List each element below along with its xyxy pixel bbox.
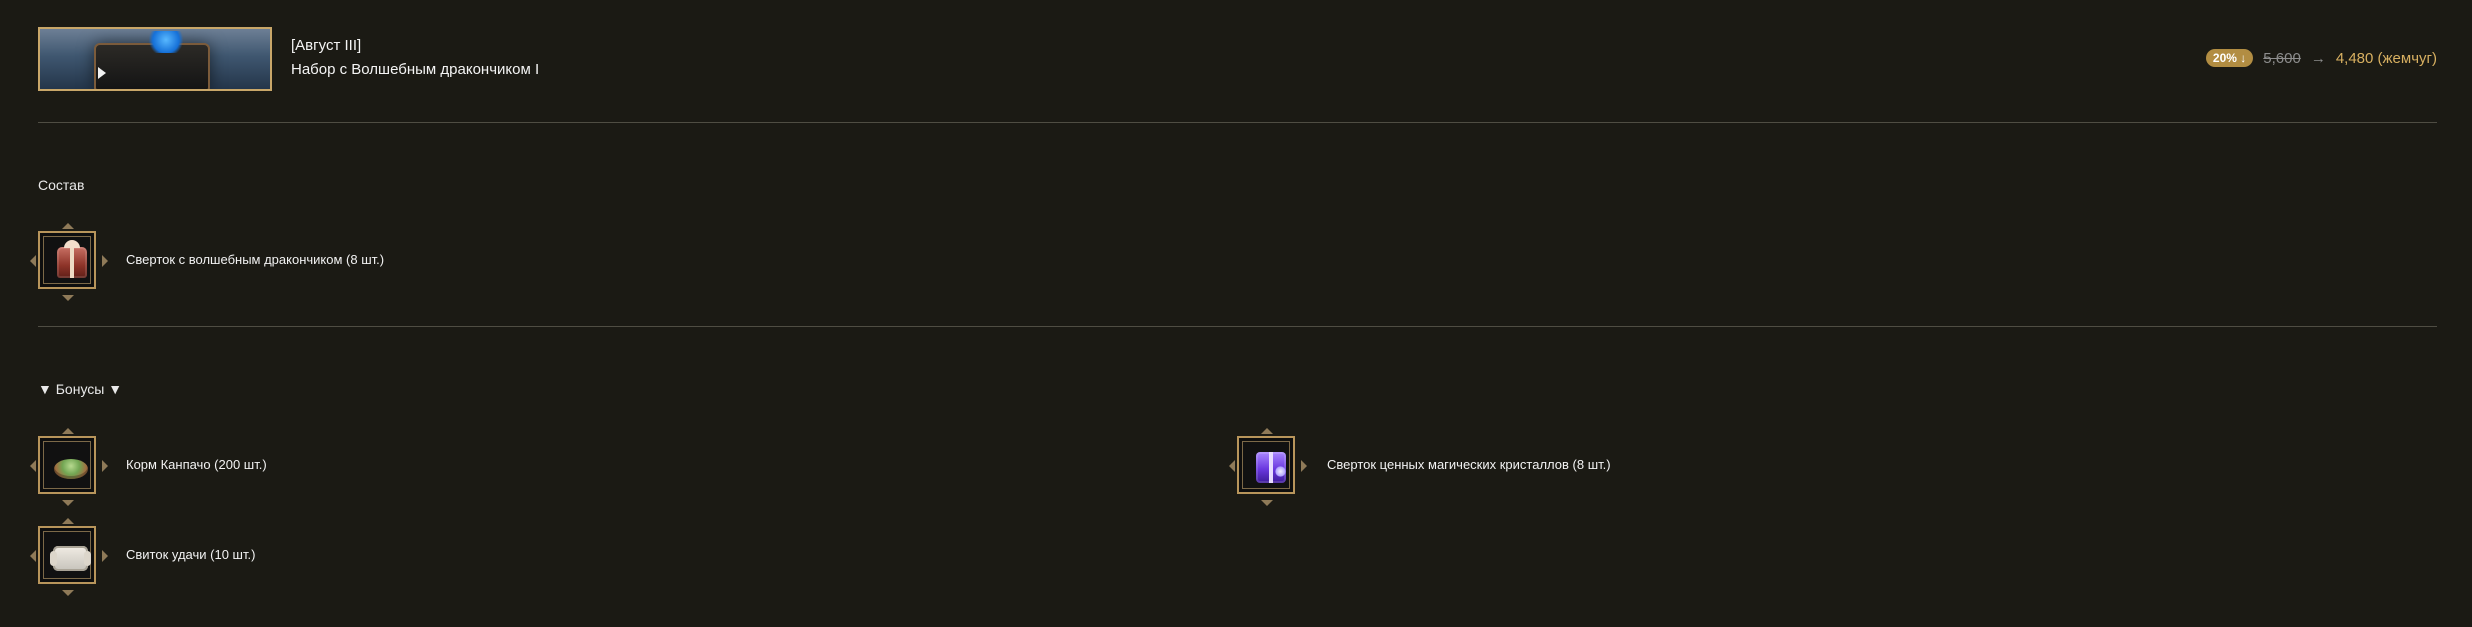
slot-right-marker (102, 550, 108, 562)
composition-title: Состав (38, 177, 85, 193)
slot-right-marker (1301, 460, 1307, 472)
price-arrow: → (2310, 49, 2326, 67)
package-title: Набор с Волшебным дракончиком I (291, 61, 540, 78)
composition-item-label: Сверток с волшебным дракончиком (8 шт.) (126, 252, 385, 267)
purple-crystal-gift-icon (1256, 452, 1286, 483)
slot-left-marker (30, 460, 36, 472)
discount-badge: 20% ↓ (2205, 49, 2254, 67)
composition-item: Сверток с волшебным дракончиком (8 шт.) (30, 223, 536, 301)
item-slot (30, 518, 108, 596)
bonus-item: Сверток ценных магических кристаллов (8 … (1229, 428, 1835, 506)
item-frame-inner (43, 531, 91, 579)
bonus-item-label: Сверток ценных магических кристаллов (8 … (1327, 457, 1611, 472)
item-frame (38, 526, 96, 584)
bonus-item-label: Свиток удачи (10 шт.) (126, 547, 256, 562)
slot-bottom-marker (1261, 500, 1273, 506)
bonus-item-label: Корм Канпачо (200 шт.) (126, 457, 267, 472)
slot-bottom-marker (62, 590, 74, 596)
divider-top (38, 122, 2437, 123)
slot-right-marker (102, 460, 108, 472)
slot-top-marker (62, 428, 74, 434)
item-frame (1237, 436, 1295, 494)
item-frame (38, 436, 96, 494)
bonuses-title: ▼ Бонусы ▼ (38, 381, 123, 397)
price-block: 20% ↓ 5,600 → 4,480 (жемчуг) (2205, 49, 2437, 67)
slot-bottom-marker (62, 500, 74, 506)
item-slot (1229, 428, 1307, 506)
package-banner-image (38, 27, 272, 91)
package-header: [Август III] Набор с Волшебным дракончик… (38, 27, 2437, 91)
old-price: 5,600 (2263, 49, 2301, 67)
slot-top-marker (62, 223, 74, 229)
divider-middle (38, 326, 2437, 327)
slot-left-marker (30, 255, 36, 267)
slot-top-marker (1261, 428, 1273, 434)
slot-top-marker (62, 518, 74, 524)
bonus-item: Корм Канпачо (200 шт.) (30, 428, 536, 506)
item-frame-inner (43, 441, 91, 489)
item-frame-inner (43, 236, 91, 284)
luck-scroll-icon (50, 546, 91, 571)
package-category: [Август III] (291, 37, 362, 54)
kanpacho-food-icon (54, 459, 88, 479)
slot-right-marker (102, 255, 108, 267)
red-gift-box-icon (57, 240, 87, 278)
sparkle-icon (98, 67, 106, 79)
slot-left-marker (1229, 460, 1235, 472)
item-slot (30, 223, 108, 301)
blue-dragon-icon (146, 31, 186, 53)
item-frame (38, 231, 96, 289)
item-slot (30, 428, 108, 506)
slot-bottom-marker (62, 295, 74, 301)
slot-left-marker (30, 550, 36, 562)
new-price: 4,480 (жемчуг) (2335, 49, 2437, 67)
bonus-item: Свиток удачи (10 шт.) (30, 518, 536, 596)
item-frame-inner (1242, 441, 1290, 489)
